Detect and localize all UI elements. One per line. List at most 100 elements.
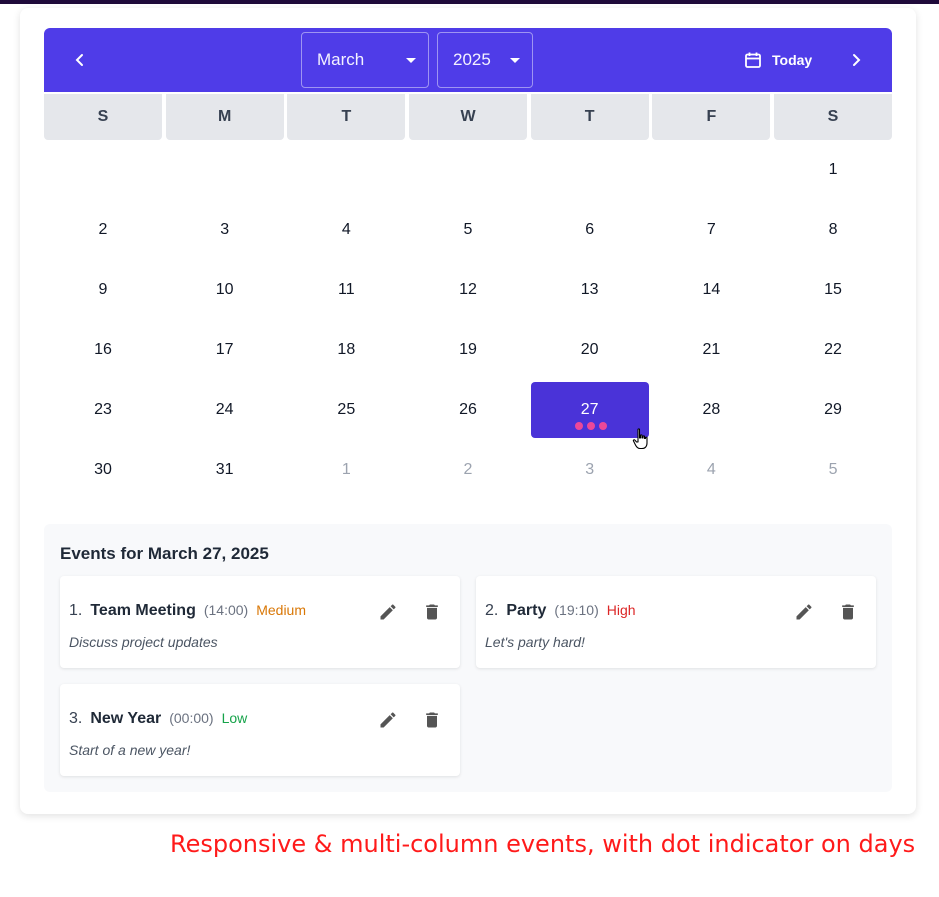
day-cell[interactable]: 1	[774, 142, 892, 198]
pencil-icon	[794, 602, 814, 627]
day-number: 28	[702, 401, 721, 418]
day-number: 26	[459, 401, 477, 418]
day-cell[interactable]: 12	[409, 262, 527, 318]
day-number: 20	[580, 341, 599, 358]
day-number: 17	[215, 341, 234, 358]
day-number: 14	[702, 281, 721, 298]
weekday-header: T	[530, 94, 649, 140]
chevron-right-icon	[853, 54, 861, 66]
day-number: 3	[585, 461, 595, 478]
day-cell[interactable]: 9	[44, 262, 162, 318]
day-cell[interactable]: 31	[166, 442, 284, 498]
day-number: 23	[94, 401, 112, 418]
day-cell-other-month[interactable]: 3	[531, 442, 649, 498]
event-dot-indicator	[574, 422, 607, 430]
trash-icon	[422, 602, 442, 627]
caption: Responsive & multi-column events, with d…	[170, 830, 916, 858]
chevron-left-icon	[75, 54, 83, 66]
day-cell[interactable]: 21	[652, 322, 770, 378]
day-cell[interactable]: 22	[774, 322, 892, 378]
previous-month-button[interactable]	[64, 44, 96, 76]
hand-pointer-icon	[632, 428, 648, 450]
day-number: 10	[215, 281, 234, 298]
event-name: Party	[506, 602, 547, 619]
year-select[interactable]: 2025	[437, 32, 533, 88]
weekday-header-row: SMTWTFS	[44, 92, 893, 140]
day-cell[interactable]: 19	[409, 322, 527, 378]
day-cell[interactable]: 6	[531, 202, 649, 258]
edit-event-button[interactable]	[376, 710, 400, 734]
day-cell-selected[interactable]: 27	[530, 382, 649, 438]
month-select[interactable]: March	[301, 32, 429, 88]
day-cell[interactable]: 14	[652, 262, 770, 318]
day-cell[interactable]: 7	[652, 202, 770, 258]
weekday-header: W	[409, 94, 527, 140]
day-number: 4	[341, 221, 351, 238]
day-cell[interactable]: 15	[774, 262, 892, 318]
pencil-icon	[378, 602, 398, 627]
day-cell[interactable]: 24	[166, 382, 284, 438]
delete-event-button[interactable]	[836, 602, 860, 626]
day-cell[interactable]: 28	[652, 382, 770, 438]
day-cell[interactable]: 20	[531, 322, 649, 378]
day-number: 7	[706, 221, 716, 238]
day-number: 8	[828, 221, 838, 238]
day-number: 25	[337, 401, 356, 418]
day-cell[interactable]: 13	[531, 262, 649, 318]
day-number: 1	[828, 161, 838, 178]
day-number: 1	[341, 461, 351, 478]
day-cell[interactable]: 29	[774, 382, 892, 438]
day-cell-other-month[interactable]: 4	[652, 442, 770, 498]
day-cell[interactable]: 2	[44, 202, 162, 258]
next-month-button[interactable]	[840, 44, 872, 76]
day-cell[interactable]: 4	[287, 202, 405, 258]
day-cell[interactable]: 3	[166, 202, 284, 258]
day-number: 19	[459, 341, 477, 358]
day-cell[interactable]: 11	[287, 262, 405, 318]
day-cell[interactable]: 30	[44, 442, 162, 498]
day-cell-other-month[interactable]: 5	[774, 442, 892, 498]
day-cell[interactable]: 23	[44, 382, 162, 438]
event-description: Let's party hard!	[485, 634, 585, 650]
day-cell-other-month[interactable]: 2	[409, 442, 527, 498]
event-card: 3. New Year (00:00) Low Start of a new year!	[60, 684, 460, 776]
caret-down-icon	[406, 58, 416, 63]
event-time: (19:10)	[554, 602, 599, 618]
day-number: 29	[824, 401, 842, 418]
edit-event-button[interactable]	[792, 602, 816, 626]
day-number: 6	[585, 221, 595, 238]
day-cell[interactable]: 26	[409, 382, 527, 438]
day-cell[interactable]: 5	[409, 202, 527, 258]
edit-event-button[interactable]	[376, 602, 400, 626]
day-number: 5	[828, 461, 838, 478]
day-cell[interactable]: 18	[287, 322, 405, 378]
calendar-header: March 2025 Today	[44, 28, 892, 92]
calendar-icon	[745, 52, 761, 68]
weekday-header: M	[165, 94, 284, 140]
day-number: 16	[94, 341, 112, 358]
day-cell[interactable]: 16	[44, 322, 162, 378]
weekday-header: S	[774, 94, 893, 140]
event-time: (00:00)	[169, 710, 214, 726]
event-header: 2. Party (19:10) High	[485, 602, 636, 620]
day-cell[interactable]: 8	[774, 202, 892, 258]
day-cell[interactable]: 10	[166, 262, 284, 318]
event-name: New Year	[90, 710, 162, 727]
day-number: 18	[337, 341, 356, 358]
delete-event-button[interactable]	[420, 710, 444, 734]
day-number: 4	[706, 461, 716, 478]
month-select-value: March	[317, 50, 365, 69]
day-cell[interactable]: 25	[287, 382, 405, 438]
weekday-header: T	[287, 94, 406, 140]
day-grid: 1 2 3 4 5 6 7 8 9 10 11 12 13 14 15 16 17 18 19 20 21 22 23 24 2…	[44, 142, 892, 502]
delete-event-button[interactable]	[420, 602, 444, 626]
day-cell[interactable]: 17	[166, 322, 284, 378]
day-number: 9	[98, 281, 108, 298]
event-header: 3. New Year (00:00) Low	[69, 710, 247, 728]
event-header: 1. Team Meeting (14:00) Medium	[69, 602, 306, 620]
day-cell-other-month[interactable]: 1	[287, 442, 405, 498]
today-button[interactable]: Today	[744, 48, 812, 72]
day-number: 13	[580, 281, 599, 298]
day-number: 30	[94, 461, 112, 478]
event-time: (14:00)	[203, 602, 249, 618]
